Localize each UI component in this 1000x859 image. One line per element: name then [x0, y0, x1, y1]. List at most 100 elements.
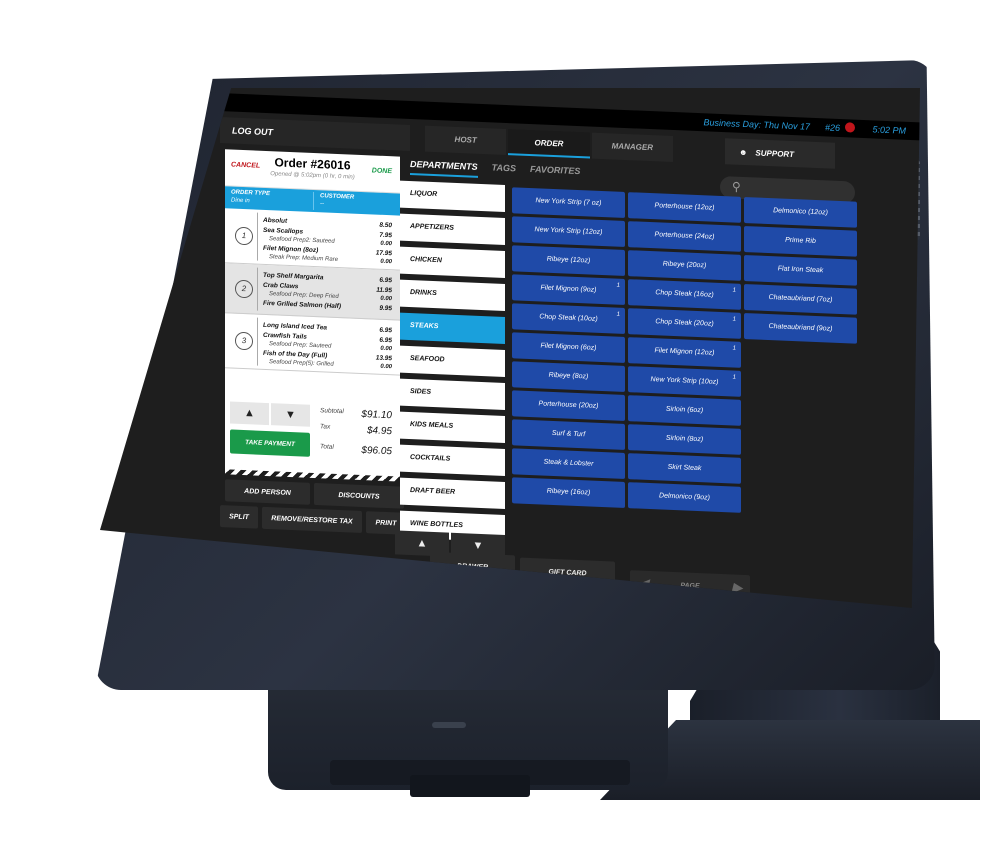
tab-manager[interactable]: MANAGER [591, 132, 673, 163]
menu-item-button[interactable]: Ribeye (16oz) [512, 477, 625, 509]
menu-item-label: New York Strip (12oz) [534, 226, 603, 237]
menu-item-button[interactable]: Chop Steak (16oz) 1 [628, 279, 741, 310]
menu-item-button[interactable]: Skirt Steak [628, 453, 741, 484]
menu-item-label: Filet Mignon (12oz) [654, 347, 715, 358]
menu-item-label: Ribeye (8oz) [548, 372, 589, 381]
menu-item-button[interactable]: Chateaubriand (9oz) [744, 312, 857, 344]
department-kids-meals[interactable]: KIDS MEALS [400, 411, 505, 443]
menu-item-button[interactable]: Prime Rib [744, 225, 857, 257]
subtab-tags[interactable]: TAGS [492, 162, 516, 179]
department-appetizers[interactable]: APPETIZERS [400, 213, 505, 245]
department-liquor[interactable]: LIQUOR [400, 180, 505, 212]
menu-item-label: Sirloin (8oz) [665, 435, 704, 444]
tax-label: Tax [320, 423, 331, 431]
total-value: $96.05 [361, 444, 392, 458]
department-steaks[interactable]: STEAKS [400, 312, 505, 344]
item-count-badge: 1 [732, 374, 736, 381]
modifier-price: 0.00 [380, 240, 392, 248]
department-list: LIQUOR APPETIZERS CHICKEN DRINKS STEAKS … [400, 180, 505, 548]
menu-item-button[interactable]: Delmonico (12oz) [744, 196, 857, 228]
take-payment-button[interactable]: TAKE PAYMENT [230, 429, 310, 457]
modifier-name: Steak Prep: Medium Rare [269, 254, 339, 263]
menu-item-button[interactable]: Ribeye (8oz) [512, 361, 625, 393]
divider [257, 212, 258, 261]
menu-item-button[interactable]: Filet Mignon (12oz) 1 [628, 337, 741, 368]
menu-item-label: Sirloin (6oz) [665, 406, 704, 415]
menu-item-button[interactable]: New York Strip (12oz) [512, 216, 625, 248]
menu-item-button[interactable]: Ribeye (12oz) [512, 245, 625, 277]
menu-item-label: Delmonico (12oz) [773, 207, 828, 217]
menu-item-button[interactable]: Chop Steak (20oz) 1 [628, 308, 741, 339]
modifier-name: Seafood Prep: Deep Fried [269, 291, 339, 301]
seat-2[interactable]: 2 Top Shelf Margarita 6.95 Crab Claws 11.9… [225, 263, 400, 321]
menu-item-button[interactable]: Porterhouse (12oz) [628, 192, 741, 223]
menu-item-button[interactable]: Delmonico (9oz) [628, 482, 741, 513]
item-count-badge: 1 [616, 311, 620, 318]
menu-item-label: Ribeye (16oz) [546, 488, 591, 497]
modifier-name: Seafood Prep: Sauteed [269, 341, 332, 350]
split-button[interactable]: SPLIT [220, 505, 258, 529]
terminal-number: #26 [824, 122, 840, 134]
menu-item-button[interactable]: New York Strip (10oz) 1 [628, 366, 741, 397]
tax-row: Tax $4.95 [320, 423, 392, 437]
menu-item-label: Flat Iron Steak [777, 265, 824, 275]
discounts-button[interactable]: DISCOUNTS [314, 482, 404, 509]
clock: 5:02 PM [872, 124, 906, 136]
modifier-price: 0.00 [380, 345, 392, 353]
item-price: 8.50 [379, 221, 392, 230]
menu-item-button[interactable]: Sirloin (8oz) [628, 424, 741, 455]
subtab-favorites[interactable]: FAVORITES [530, 164, 580, 182]
department-drinks[interactable]: DRINKS [400, 279, 505, 311]
menu-item-button[interactable]: Steak & Lobster [512, 448, 625, 480]
menu-item-grid: New York Strip (7 oz) New York Strip (12o… [512, 187, 862, 518]
item-price: 11.95 [376, 286, 392, 295]
seat-3[interactable]: 3 Long Island Iced Tea 6.95 Crawfish Tail… [225, 313, 400, 376]
screen: Business Day: Thu Nov 17 #26 5:02 PM LOG… [100, 88, 920, 608]
item-count-badge: 1 [616, 282, 620, 289]
menu-item-label: New York Strip (10oz) [650, 376, 719, 387]
item-count-badge: 1 [732, 316, 736, 323]
modifier-price: 0.00 [380, 258, 392, 266]
tab-order[interactable]: ORDER [508, 129, 590, 159]
add-person-button[interactable]: ADD PERSON [225, 479, 310, 505]
menu-item-label: Chop Steak (16oz) [655, 289, 714, 300]
menu-item-button[interactable]: Porterhouse (24oz) [628, 221, 741, 252]
menu-item-button[interactable]: Flat Iron Steak [744, 254, 857, 286]
menu-item-button[interactable]: Porterhouse (20oz) [512, 390, 625, 422]
menu-item-button[interactable]: Surf & Turf [512, 419, 625, 451]
logout-button[interactable]: LOG OUT [220, 117, 410, 151]
menu-item-label: Porterhouse (12oz) [654, 202, 715, 213]
department-chicken[interactable]: CHICKEN [400, 246, 505, 278]
modifier-name: Seafood Prep(5): Grilled [269, 359, 334, 368]
item-price: 7.95 [379, 231, 392, 240]
menu-item-button[interactable]: Filet Mignon (6oz) [512, 332, 625, 364]
tab-host[interactable]: HOST [425, 125, 507, 156]
menu-item-button[interactable]: Ribeye (20oz) [628, 250, 741, 281]
menu-item-button[interactable]: Filet Mignon (9oz) 1 [512, 274, 625, 306]
item-name: Top Shelf Margarita [263, 271, 324, 282]
menu-item-label: Steak & Lobster [543, 458, 594, 469]
menu-item-button[interactable]: Chateaubriand (7oz) [744, 283, 857, 315]
department-cocktails[interactable]: COCKTAILS [400, 444, 505, 476]
subtab-departments[interactable]: DEPARTMENTS [410, 158, 478, 178]
menu-item-button[interactable]: Chop Steak (10oz) 1 [512, 303, 625, 335]
done-button[interactable]: DONE [372, 167, 392, 175]
remove-restore-tax-button[interactable]: REMOVE/RESTORE TAX [262, 506, 362, 533]
seat-1[interactable]: 1 Absolut 8.50 Sea Scallops 7.95 Seafood P… [225, 208, 400, 271]
order-type-select[interactable]: Dine in [231, 197, 250, 204]
menu-item-label: Porterhouse (24oz) [654, 231, 715, 242]
menu-item-label: Delmonico (9oz) [659, 492, 710, 502]
department-sides[interactable]: SIDES [400, 378, 505, 410]
department-draft-beer[interactable]: DRAFT BEER [400, 477, 505, 509]
line-item[interactable]: Fire Grilled Salmon (Half) 9.95 [263, 300, 392, 312]
customer-field[interactable]: -- [320, 201, 324, 207]
support-button[interactable]: ☻ SUPPORT [725, 138, 835, 169]
scroll-up-button[interactable]: ▲ [230, 401, 269, 426]
menu-item-button[interactable]: New York Strip (7 oz) [512, 187, 625, 219]
seat-number: 2 [235, 279, 253, 298]
menu-item-button[interactable]: Sirloin (6oz) [628, 395, 741, 426]
department-seafood[interactable]: SEAFOOD [400, 345, 505, 377]
menu-item-label: Chop Steak (20oz) [655, 318, 714, 329]
scroll-down-button[interactable]: ▼ [271, 403, 310, 427]
alert-icon[interactable] [845, 122, 855, 133]
